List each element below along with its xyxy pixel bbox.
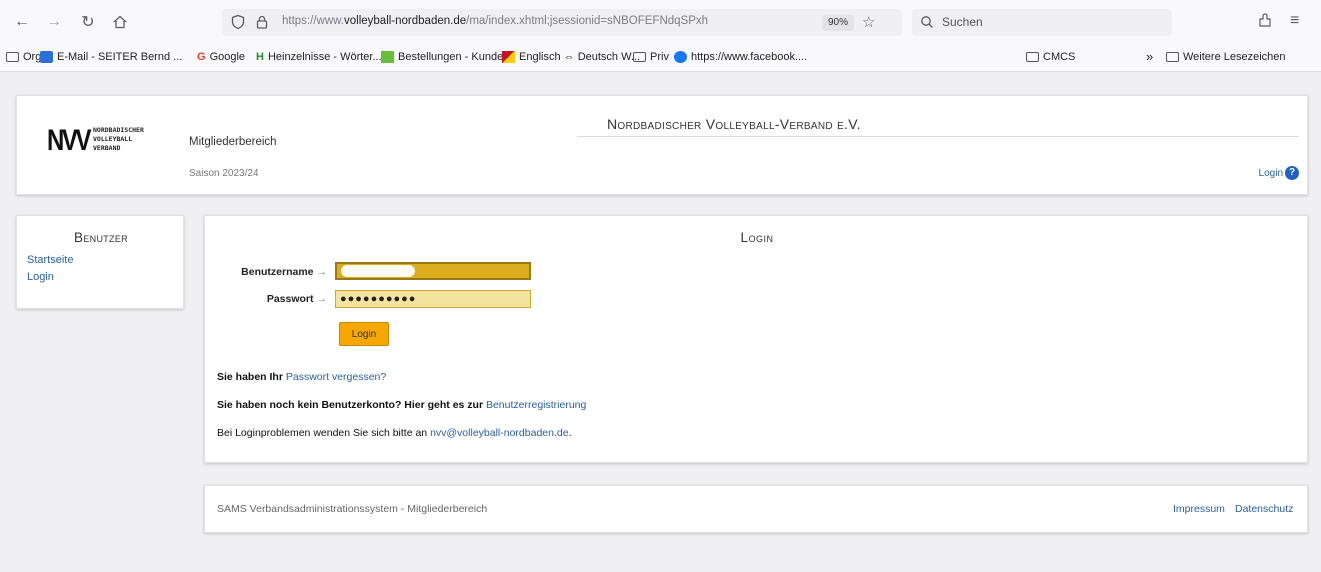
url-bar[interactable]: https://www.volleyball-nordbaden.de/ma/i… [222, 9, 902, 36]
forgot-password-line: Sie haben Ihr Passwort vergessen? [217, 371, 386, 383]
header-divider [577, 136, 1299, 137]
bookmark-priv[interactable]: Priv [633, 51, 669, 63]
login-button[interactable]: Login [339, 322, 389, 346]
bookmark-label: https://www.facebook.... [691, 51, 808, 63]
support-email-link[interactable]: nvv@volleyball-nordbaden.de [430, 427, 569, 439]
home-icon[interactable] [108, 10, 132, 34]
register-prefix: Sie haben noch kein Benutzerkonto? Hier … [217, 399, 484, 411]
bookmark-bestellungen[interactable]: Bestellungen - Kunde... [381, 51, 512, 63]
bestellungen-icon [381, 51, 394, 63]
logo-line: NORDBADISCHER [93, 126, 144, 134]
register-line: Sie haben noch kein Benutzerkonto? Hier … [217, 399, 586, 411]
site-header: NVV NORDBADISCHER VOLLEYBALL VERBAND Nor… [16, 95, 1308, 195]
forward-icon[interactable]: → [42, 10, 66, 34]
outlook-icon [40, 51, 53, 63]
bookmarks-bar: Orga E-Mail - SEITER Bernd ... G Google H… [0, 44, 1321, 72]
forgot-prefix: Sie haben Ihr [217, 371, 283, 383]
arrow-icon: → [316, 293, 328, 305]
heinzelnisse-icon: H [256, 51, 264, 63]
bookmark-heinzelnisse[interactable]: H Heinzelnisse - Wörter... [256, 51, 382, 63]
username-input[interactable] [335, 262, 531, 280]
bookmark-google[interactable]: G Google [197, 51, 245, 63]
season-label: Saison 2023/24 [189, 168, 259, 179]
impressum-link[interactable]: Impressum [1173, 503, 1225, 515]
search-bar[interactable]: Suchen [912, 9, 1172, 36]
sidebar: Benutzer Startseite Login [16, 215, 184, 309]
google-icon: G [197, 51, 206, 63]
bookmark-email[interactable]: E-Mail - SEITER Bernd ... [40, 51, 182, 63]
bookmark-label: Bestellungen - Kunde... [398, 51, 513, 63]
bookmark-label: Englisch ⇔ Deutsch W... [519, 51, 641, 63]
footer-text: SAMS Verbandsadministrationssystem - Mit… [217, 503, 488, 515]
login-title: Login [740, 230, 774, 245]
dictionary-icon [502, 51, 515, 63]
zoom-badge[interactable]: 90% [822, 15, 855, 31]
shield-icon[interactable] [230, 14, 246, 30]
url-text[interactable]: https://www.volleyball-nordbaden.de/ma/i… [282, 15, 782, 27]
bookmarks-overflow-icon[interactable]: » [1146, 49, 1153, 64]
bookmark-facebook[interactable]: https://www.facebook.... [674, 51, 807, 63]
problem-prefix: Bei Loginproblemen wenden Sie sich bitte… [217, 427, 428, 439]
logo-text: NORDBADISCHER VOLLEYBALL VERBAND [93, 126, 144, 153]
back-icon[interactable]: ← [10, 10, 34, 34]
footer: SAMS Verbandsadministrationssystem - Mit… [204, 485, 1308, 533]
bookmark-label: Heinzelnisse - Wörter... [267, 51, 382, 63]
folder-icon [6, 52, 19, 62]
bookmark-cmcs[interactable]: CMCS [1026, 51, 1075, 63]
search-icon [921, 16, 933, 28]
folder-icon [633, 52, 646, 62]
password-label-text: Passwort [266, 293, 314, 305]
login-problem-line: Bei Loginproblemen wenden Sie sich bitte… [217, 427, 571, 439]
help-icon[interactable]: ? [1285, 166, 1299, 180]
password-label: Passwort → [205, 293, 327, 305]
login-panel: Login Benutzername → Passwort → ●●●●●●●●●●… [204, 215, 1308, 463]
browser-toolbar: ← → ↻ https://www.volleyball-nordbaden.d… [0, 0, 1321, 44]
facebook-icon [674, 51, 687, 63]
username-label-text: Benutzername [241, 266, 314, 278]
url-domain: volleyball-nordbaden.de [344, 15, 467, 27]
problem-suffix: . [568, 427, 572, 439]
sidebar-title: Benutzer [74, 230, 128, 245]
redacted-username [341, 265, 415, 277]
bookmark-label: E-Mail - SEITER Bernd ... [57, 51, 183, 63]
area-label: Mitgliederbereich [189, 136, 277, 148]
bookmark-more[interactable]: Weitere Lesezeichen [1166, 51, 1286, 63]
username-label: Benutzername → [205, 266, 327, 278]
password-input[interactable]: ●●●●●●●●●● [335, 290, 531, 308]
bookmark-label: Priv [650, 51, 669, 63]
logo-line: VOLLEYBALL [93, 135, 133, 143]
header-login-link[interactable]: Login [1259, 168, 1283, 179]
logo-line: VERBAND [93, 144, 121, 152]
logo-mark: NVV [47, 124, 92, 157]
site-title: Nordbadischer Volleyball-Verband e.V. [607, 116, 861, 132]
folder-icon [1166, 52, 1179, 62]
search-placeholder: Suchen [942, 15, 983, 29]
arrow-icon: → [316, 266, 328, 278]
bookmark-englisch[interactable]: Englisch ⇔ Deutsch W... [502, 51, 640, 63]
forgot-password-link[interactable]: Passwort vergessen? [286, 371, 386, 383]
url-path: /ma/index.xhtml;jsessionid=sNBOFEFNdqSPx… [466, 15, 709, 27]
sidebar-item-login[interactable]: Login [27, 271, 54, 283]
bookmark-label: Weitere Lesezeichen [1183, 51, 1286, 63]
extensions-icon[interactable] [1256, 12, 1274, 30]
star-icon[interactable]: ☆ [862, 13, 875, 31]
lock-icon[interactable] [254, 14, 270, 30]
page-content: NVV NORDBADISCHER VOLLEYBALL VERBAND Nor… [0, 73, 1321, 572]
register-link[interactable]: Benutzerregistrierung [486, 399, 586, 411]
menu-icon[interactable]: ≡ [1290, 12, 1299, 30]
nvv-logo[interactable]: NVV NORDBADISCHER VOLLEYBALL VERBAND [47, 124, 167, 158]
bookmark-label: CMCS [1043, 51, 1076, 63]
sidebar-item-startseite[interactable]: Startseite [27, 254, 73, 266]
url-prefix: https://www. [282, 15, 344, 27]
reload-icon[interactable]: ↻ [76, 10, 100, 34]
datenschutz-link[interactable]: Datenschutz [1235, 503, 1293, 515]
bookmark-label: Google [209, 51, 246, 63]
folder-icon [1026, 52, 1039, 62]
